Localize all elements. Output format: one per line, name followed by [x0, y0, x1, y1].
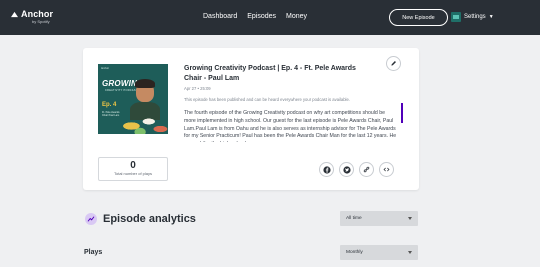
time-range-select[interactable]: All time	[340, 211, 418, 226]
share-actions	[319, 162, 394, 177]
interval-select[interactable]: Monthly	[340, 245, 418, 260]
anchor-logo[interactable]: Anchor by Spotify	[10, 9, 53, 24]
plays-heading: Plays	[84, 249, 103, 256]
edit-episode-button[interactable]	[386, 56, 401, 71]
cover-top-text: Anchor	[101, 67, 109, 70]
edit-icon	[391, 61, 396, 66]
new-episode-button[interactable]: New Episode	[389, 9, 448, 26]
logo-subtext: by Spotify	[32, 19, 50, 24]
embed-button[interactable]	[379, 162, 394, 177]
share-twitter-button[interactable]	[339, 162, 354, 177]
episode-analytics-title: Episode analytics	[103, 213, 196, 225]
episode-description: The fourth episode of the Growing Creati…	[184, 110, 397, 142]
twitter-icon	[342, 165, 351, 174]
time-range-value: All time	[346, 216, 362, 221]
settings-menu[interactable]: Settings ▼	[451, 12, 494, 22]
episode-status-note: This episode has been published and can …	[184, 97, 350, 102]
description-scrollbar[interactable]	[401, 103, 403, 123]
episode-card: Anchor GROWING CREATIVITY PODCAST Ep. 4 …	[83, 48, 419, 190]
analytics-icon	[85, 213, 97, 225]
top-nav: Anchor by Spotify Dashboard Episodes Mon…	[0, 0, 540, 35]
podcast-avatar	[451, 12, 461, 22]
total-plays-box: 0 Total number of plays	[98, 157, 168, 181]
link-icon	[363, 166, 370, 173]
embed-icon	[383, 167, 390, 172]
chevron-down-icon	[408, 251, 412, 254]
plays-count: 0	[130, 160, 136, 171]
episode-cover-art: Anchor GROWING CREATIVITY PODCAST Ep. 4 …	[98, 64, 168, 134]
cover-episode-number: Ep. 4	[102, 102, 117, 108]
logo-text: Anchor	[21, 9, 54, 19]
anchor-logo-icon	[11, 11, 18, 17]
chevron-down-icon: ▼	[488, 14, 494, 20]
plays-label: Total number of plays	[113, 171, 153, 176]
nav-link-dashboard[interactable]: Dashboard	[203, 13, 237, 20]
interval-value: Monthly	[346, 250, 363, 255]
facebook-icon	[322, 165, 331, 174]
nav-link-episodes[interactable]: Episodes	[247, 13, 276, 20]
episode-title: Growing Creativity Podcast | Ep. 4 - Ft.…	[184, 65, 356, 82]
cover-episode-sub: Ft. Pele Awards Chair Paul Lam	[102, 111, 120, 117]
settings-label: Settings	[464, 14, 486, 20]
chevron-down-icon	[408, 217, 412, 220]
episode-meta: Apr 27 • 25:09	[184, 86, 211, 91]
nav-links: Dashboard Episodes Money	[203, 13, 307, 20]
share-facebook-button[interactable]	[319, 162, 334, 177]
nav-link-money[interactable]: Money	[286, 13, 307, 20]
copy-link-button[interactable]	[359, 162, 374, 177]
